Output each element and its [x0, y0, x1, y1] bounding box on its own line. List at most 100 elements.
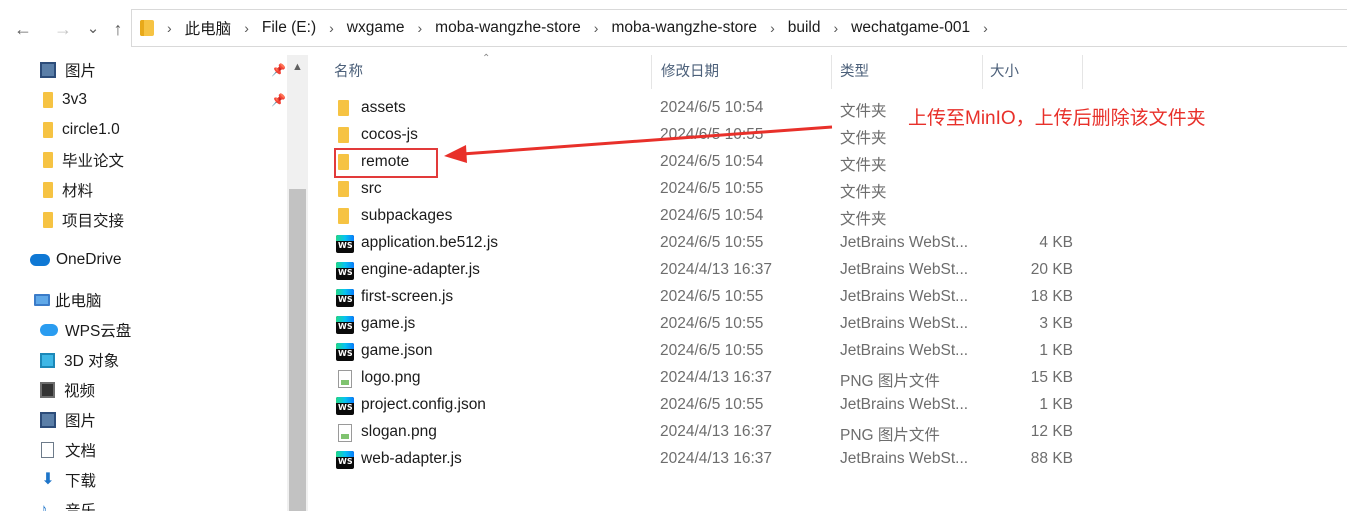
- breadcrumb-item[interactable]: 此电脑: [185, 17, 232, 39]
- recent-locations-chevron-icon[interactable]: ⌄: [82, 18, 104, 40]
- sidebar-item-wps-cloud[interactable]: WPS云盘: [40, 317, 131, 343]
- sidebar-item-label: 图片: [65, 413, 97, 430]
- file-size: 20 KB: [1030, 261, 1073, 278]
- up-icon[interactable]: ↑: [107, 18, 129, 40]
- breadcrumb-chevron-icon[interactable]: ›: [418, 20, 423, 36]
- sidebar-item-downloads[interactable]: ⬇ 下载: [40, 467, 96, 493]
- webstorm-file-icon: [336, 316, 354, 334]
- column-divider[interactable]: [651, 55, 652, 89]
- sidebar-item-thesis[interactable]: 毕业论文: [43, 147, 124, 173]
- onedrive-icon: [30, 254, 50, 266]
- breadcrumb-item-current[interactable]: wechatgame-001: [851, 19, 970, 37]
- file-row[interactable]: game.js 2024/6/5 10:55 JetBrains WebSt..…: [333, 311, 1333, 338]
- column-divider[interactable]: [1082, 55, 1083, 89]
- file-size: 1 KB: [1039, 396, 1073, 413]
- file-size: 3 KB: [1039, 315, 1073, 332]
- annotation-highlight-box: [334, 148, 438, 178]
- pin-icon: 📌: [271, 63, 286, 77]
- file-row[interactable]: application.be512.js 2024/6/5 10:55 JetB…: [333, 230, 1333, 257]
- file-row[interactable]: remote 2024/6/5 10:54 文件夹: [333, 149, 1333, 176]
- file-name: game.json: [361, 342, 433, 359]
- annotation-text: 上传至MinIO，上传后删除该文件夹: [908, 108, 1206, 129]
- png-file-icon: [338, 370, 352, 388]
- sidebar-item-label: 文档: [65, 443, 97, 460]
- file-name: application.be512.js: [361, 234, 499, 251]
- folder-icon: [43, 92, 53, 108]
- sidebar-item-label: 项目交接: [62, 213, 125, 230]
- sidebar-item-documents[interactable]: 文档: [41, 437, 96, 463]
- file-row[interactable]: logo.png 2024/4/13 16:37 PNG 图片文件 15 KB: [333, 365, 1333, 392]
- file-type: JetBrains WebSt...: [840, 342, 969, 359]
- pictures-icon: [40, 412, 56, 428]
- file-date: 2024/6/5 10:55: [660, 396, 764, 413]
- file-type: JetBrains WebSt...: [840, 234, 969, 251]
- sidebar-item-materials[interactable]: 材料: [43, 177, 93, 203]
- file-name: game.js: [361, 315, 416, 332]
- sidebar-item-circle[interactable]: circle1.0: [43, 117, 120, 143]
- file-date: 2024/4/13 16:37: [660, 369, 773, 386]
- breadcrumb-chevron-icon[interactable]: ›: [770, 20, 775, 36]
- sidebar-item-videos[interactable]: 视频: [40, 377, 95, 403]
- sidebar-item-3d-objects[interactable]: 3D 对象: [40, 347, 119, 373]
- file-row[interactable]: web-adapter.js 2024/4/13 16:37 JetBrains…: [333, 446, 1333, 473]
- column-header-date[interactable]: 修改日期: [653, 55, 831, 89]
- breadcrumb-chevron-icon[interactable]: ›: [983, 20, 988, 36]
- column-header-name[interactable]: 名称: [326, 55, 656, 89]
- file-row[interactable]: game.json 2024/6/5 10:55 JetBrains WebSt…: [333, 338, 1333, 365]
- scroll-up-arrow-icon[interactable]: ▲: [287, 57, 308, 77]
- breadcrumb-chevron-icon[interactable]: ›: [594, 20, 599, 36]
- sidebar-item-pictures[interactable]: 图片: [40, 407, 96, 433]
- breadcrumb-item[interactable]: moba-wangzhe-store: [435, 19, 581, 37]
- sidebar-item-this-pc[interactable]: 此电脑: [34, 287, 102, 313]
- breadcrumb-chevron-icon[interactable]: ›: [833, 20, 838, 36]
- address-bar[interactable]: › 此电脑 › File (E:) › wxgame › moba-wangzh…: [131, 9, 1347, 47]
- file-date: 2024/6/5 10:54: [660, 99, 764, 116]
- file-date: 2024/6/5 10:54: [660, 153, 764, 170]
- breadcrumb-chevron-icon[interactable]: ›: [329, 20, 334, 36]
- pictures-icon: [40, 62, 56, 78]
- sidebar-item-onedrive[interactable]: OneDrive: [30, 247, 121, 273]
- file-name: cocos-js: [361, 126, 418, 143]
- file-date: 2024/6/5 10:55: [660, 288, 764, 305]
- forward-icon[interactable]: →: [52, 18, 74, 40]
- sidebar-scrollbar[interactable]: ▲: [287, 55, 308, 511]
- sidebar-item-3v3[interactable]: 3v3: [43, 87, 87, 113]
- sidebar-item-music[interactable]: ♪ 音乐: [40, 497, 96, 511]
- breadcrumb-item[interactable]: build: [788, 19, 821, 37]
- webstorm-file-icon: [336, 451, 354, 469]
- folder-icon: [43, 122, 53, 138]
- breadcrumb-item[interactable]: wxgame: [347, 19, 405, 37]
- sidebar-item-handover[interactable]: 项目交接: [43, 207, 124, 233]
- documents-icon: [41, 442, 54, 458]
- png-file-icon: [338, 424, 352, 442]
- column-header-type[interactable]: 类型: [832, 55, 982, 89]
- file-type: JetBrains WebSt...: [840, 450, 969, 467]
- file-size: 15 KB: [1030, 369, 1073, 386]
- sidebar-item-pictures-quick[interactable]: 图片: [40, 57, 96, 83]
- file-row[interactable]: src 2024/6/5 10:55 文件夹: [333, 176, 1333, 203]
- file-name: web-adapter.js: [361, 450, 462, 467]
- file-size: 18 KB: [1030, 288, 1073, 305]
- folder-icon: [338, 127, 349, 143]
- file-row[interactable]: first-screen.js 2024/6/5 10:55 JetBrains…: [333, 284, 1333, 311]
- breadcrumb-chevron-icon[interactable]: ›: [167, 20, 172, 36]
- sidebar-item-label: 图片: [65, 63, 97, 80]
- back-icon[interactable]: ←: [12, 18, 34, 40]
- file-row[interactable]: project.config.json 2024/6/5 10:55 JetBr…: [333, 392, 1333, 419]
- breadcrumb-item[interactable]: File (E:): [262, 19, 316, 37]
- file-row[interactable]: slogan.png 2024/4/13 16:37 PNG 图片文件 12 K…: [333, 419, 1333, 446]
- file-type: 文件夹: [840, 157, 887, 174]
- file-name: slogan.png: [361, 423, 437, 440]
- scrollbar-thumb[interactable]: [289, 189, 306, 511]
- file-type: JetBrains WebSt...: [840, 261, 969, 278]
- column-header-size[interactable]: 大小: [982, 55, 1082, 89]
- file-row[interactable]: subpackages 2024/6/5 10:54 文件夹: [333, 203, 1333, 230]
- file-row[interactable]: engine-adapter.js 2024/4/13 16:37 JetBra…: [333, 257, 1333, 284]
- breadcrumb-item[interactable]: moba-wangzhe-store: [611, 19, 757, 37]
- folder-icon: [43, 152, 53, 168]
- pin-icon: 📌: [271, 93, 286, 107]
- file-name: engine-adapter.js: [361, 261, 480, 278]
- breadcrumb-chevron-icon[interactable]: ›: [244, 20, 249, 36]
- file-date: 2024/4/13 16:37: [660, 423, 773, 440]
- sidebar-item-label: circle1.0: [62, 121, 120, 138]
